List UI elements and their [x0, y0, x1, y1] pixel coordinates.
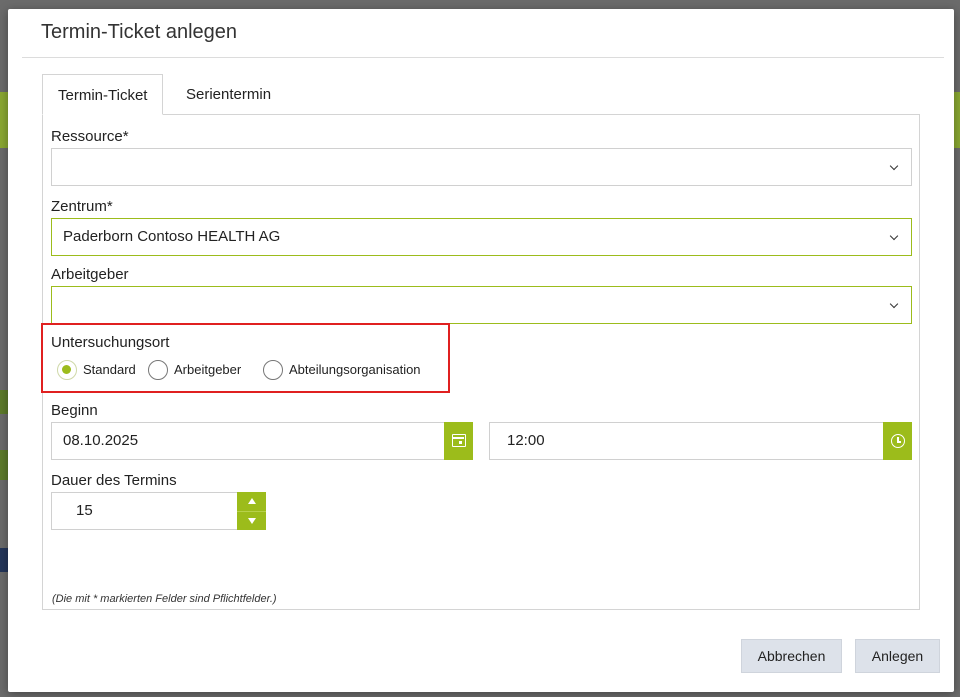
- dauer-value: 15: [76, 502, 93, 519]
- zentrum-value: Paderborn Contoso HEALTH AG: [63, 228, 281, 245]
- ressource-label: Ressource*: [51, 128, 129, 145]
- radio-label-arbeitgeber: Arbeitgeber: [174, 362, 242, 377]
- zentrum-label: Zentrum*: [51, 198, 113, 215]
- tab-serientermin[interactable]: Serientermin: [171, 74, 286, 115]
- dialog-title: Termin-Ticket anlegen: [41, 21, 238, 43]
- radio-label-abteilungsorganisation: Abteilungsorganisation: [289, 362, 421, 377]
- stepper-down-button[interactable]: [237, 511, 266, 530]
- title-divider: [22, 57, 944, 58]
- radio-button-checked[interactable]: [57, 360, 77, 380]
- beginn-label: Beginn: [51, 402, 98, 419]
- background-app-strip: [954, 92, 960, 148]
- chevron-down-icon: [889, 299, 899, 309]
- cancel-button[interactable]: Abbrechen: [741, 639, 842, 673]
- radio-button[interactable]: [263, 360, 283, 380]
- tab-panel: Ressource* Zentrum* Paderborn Contoso HE…: [41, 114, 920, 610]
- tab-termin-ticket[interactable]: Termin-Ticket: [42, 74, 164, 115]
- dauer-stepper[interactable]: 15: [51, 492, 266, 530]
- create-button[interactable]: Anlegen: [855, 639, 940, 673]
- beginn-time-value: 12:00: [507, 432, 545, 449]
- background-app-strip: [0, 390, 8, 414]
- arbeitgeber-label: Arbeitgeber: [51, 266, 129, 283]
- chevron-down-icon: [889, 161, 899, 171]
- ressource-select[interactable]: [51, 148, 912, 186]
- clock-icon: [891, 434, 905, 448]
- time-picker-button[interactable]: [883, 422, 912, 460]
- required-fields-note: (Die mit * markierten Felder sind Pflich…: [52, 593, 277, 605]
- background-app-strip: [0, 450, 8, 480]
- date-picker-button[interactable]: [444, 422, 473, 460]
- create-appointment-dialog: Termin-Ticket anlegen Termin-Ticket Seri…: [8, 9, 954, 692]
- zentrum-select[interactable]: Paderborn Contoso HEALTH AG: [51, 218, 912, 256]
- stepper-up-button[interactable]: [237, 492, 266, 511]
- dauer-label: Dauer des Termins: [51, 472, 177, 489]
- arbeitgeber-select[interactable]: [51, 286, 912, 324]
- arrow-up-icon: [248, 498, 256, 504]
- beginn-date-input[interactable]: 08.10.2025: [51, 422, 473, 460]
- radio-label-standard: Standard: [83, 362, 136, 377]
- stepper-buttons: [237, 492, 266, 530]
- background-app-strip: [0, 548, 8, 572]
- arrow-down-icon: [248, 518, 256, 524]
- chevron-down-icon: [889, 231, 899, 241]
- beginn-time-input[interactable]: 12:00: [489, 422, 912, 460]
- calendar-icon: [452, 434, 466, 447]
- radio-button[interactable]: [148, 360, 168, 380]
- beginn-date-value: 08.10.2025: [63, 432, 139, 449]
- background-app-strip: [0, 92, 8, 148]
- untersuchungsort-label: Untersuchungsort: [51, 334, 170, 351]
